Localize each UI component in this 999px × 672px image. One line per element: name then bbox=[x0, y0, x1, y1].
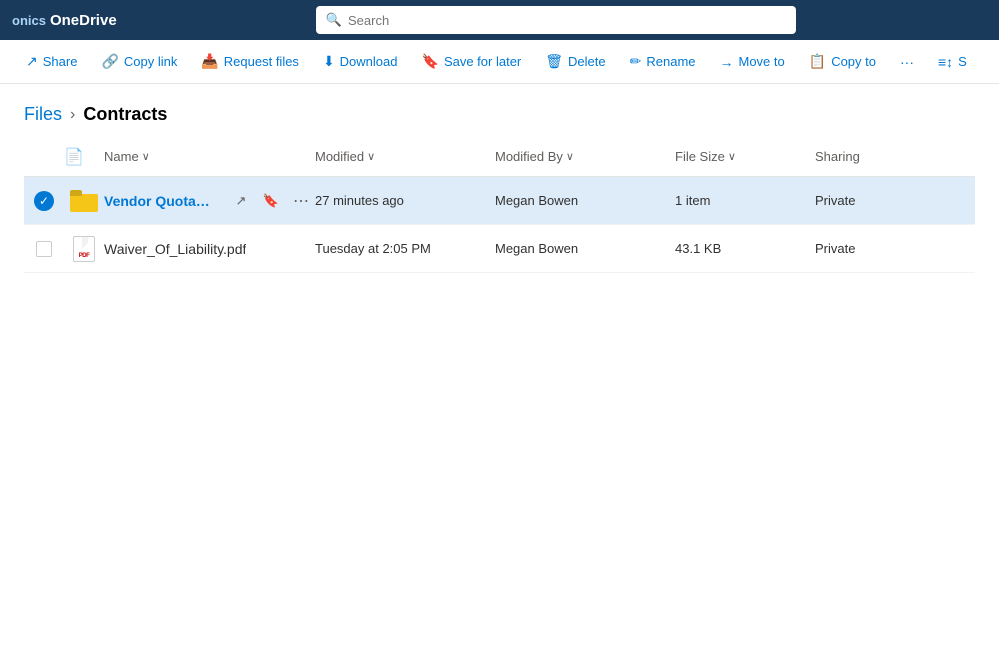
empty-checkbox bbox=[36, 241, 52, 257]
file-list-header: 📄 Name ∨ Modified ∨ Modified By ∨ File S… bbox=[24, 137, 975, 177]
copy-to-icon: 📋 bbox=[809, 53, 826, 70]
request-files-button[interactable]: 📥 Request files bbox=[191, 48, 309, 75]
pdf-icon-cell bbox=[64, 236, 104, 262]
sort-modified-by-icon: ∨ bbox=[566, 150, 574, 163]
header-icon-cell: 📄 bbox=[64, 147, 104, 167]
delete-icon: 🗑 bbox=[545, 53, 563, 70]
sharing-cell: Private bbox=[815, 241, 975, 256]
breadcrumb: Files › Contracts bbox=[24, 104, 975, 125]
move-to-icon: → bbox=[720, 54, 734, 70]
breadcrumb-area: Files › Contracts bbox=[0, 84, 999, 137]
download-icon: ⬇ bbox=[323, 53, 335, 70]
save-for-later-label: Save for later bbox=[444, 54, 521, 69]
header-name[interactable]: Name ∨ bbox=[104, 149, 315, 164]
modified-by-cell: Megan Bowen bbox=[495, 193, 675, 208]
toolbar: ↗ Share 🔗 Copy link 📥 Request files ⬇ Do… bbox=[0, 40, 999, 84]
file-name-cell: Vendor Quotations ↗ 🔖 ⋯ bbox=[104, 187, 315, 215]
row-actions: ↗ 🔖 ⋯ bbox=[227, 187, 315, 215]
header-file-size[interactable]: File Size ∨ bbox=[675, 149, 815, 164]
delete-button[interactable]: 🗑 Delete bbox=[535, 48, 615, 75]
nav-brand: onics OneDrive bbox=[12, 12, 117, 29]
sort-icon: ≡↕ bbox=[938, 54, 953, 70]
delete-label: Delete bbox=[568, 54, 606, 69]
save-for-later-icon: 🔖 bbox=[422, 53, 439, 70]
search-icon: 🔍 bbox=[326, 12, 342, 28]
move-to-label: Move to bbox=[739, 54, 785, 69]
row-share-button[interactable]: ↗ bbox=[227, 187, 255, 215]
sort-label: S bbox=[958, 54, 967, 69]
header-modified-label: Modified bbox=[315, 149, 364, 164]
sort-button[interactable]: ≡↕ S bbox=[928, 49, 977, 75]
download-button[interactable]: ⬇ Download bbox=[313, 48, 408, 75]
header-modified-by[interactable]: Modified By ∨ bbox=[495, 149, 675, 164]
more-options-icon: ··· bbox=[900, 54, 914, 70]
pdf-icon bbox=[73, 236, 95, 262]
share-icon: ↗ bbox=[26, 53, 38, 70]
header-sharing-label: Sharing bbox=[815, 149, 860, 164]
brand-name: OneDrive bbox=[50, 12, 117, 29]
header-name-label: Name bbox=[104, 149, 139, 164]
row-bookmark-button[interactable]: 🔖 bbox=[257, 187, 285, 215]
copy-link-label: Copy link bbox=[124, 54, 177, 69]
folder-icon bbox=[70, 190, 98, 212]
header-modified[interactable]: Modified ∨ bbox=[315, 149, 495, 164]
modified-cell: 27 minutes ago bbox=[315, 193, 495, 208]
search-bar[interactable]: 🔍 bbox=[316, 6, 796, 34]
breadcrumb-parent[interactable]: Files bbox=[24, 104, 62, 125]
file-size-cell: 43.1 KB bbox=[675, 241, 815, 256]
file-name: Vendor Quotations bbox=[104, 193, 211, 209]
breadcrumb-separator: › bbox=[70, 106, 75, 124]
header-modified-by-label: Modified By bbox=[495, 149, 563, 164]
request-files-icon: 📥 bbox=[201, 53, 218, 70]
row-more-button[interactable]: ⋯ bbox=[287, 187, 315, 215]
copy-link-button[interactable]: 🔗 Copy link bbox=[91, 48, 187, 75]
copy-to-label: Copy to bbox=[831, 54, 876, 69]
file-type-icon: 📄 bbox=[64, 149, 84, 166]
request-files-label: Request files bbox=[224, 54, 299, 69]
table-row[interactable]: Waiver_Of_Liability.pdf Tuesday at 2:05 … bbox=[24, 225, 975, 273]
copy-to-button[interactable]: 📋 Copy to bbox=[799, 48, 886, 75]
save-for-later-button[interactable]: 🔖 Save for later bbox=[412, 48, 532, 75]
file-name: Waiver_Of_Liability.pdf bbox=[104, 241, 246, 257]
selected-checkmark: ✓ bbox=[34, 191, 54, 211]
modified-by-cell: Megan Bowen bbox=[495, 241, 675, 256]
more-options-button[interactable]: ··· bbox=[890, 49, 924, 75]
rename-button[interactable]: ✏ Rename bbox=[620, 48, 706, 75]
rename-icon: ✏ bbox=[630, 53, 642, 70]
file-size-cell: 1 item bbox=[675, 193, 815, 208]
row-checkbox-cell[interactable] bbox=[24, 241, 64, 257]
share-label: Share bbox=[43, 54, 78, 69]
brand-prefix: onics bbox=[12, 13, 46, 28]
copy-link-icon: 🔗 bbox=[101, 53, 118, 70]
header-file-size-label: File Size bbox=[675, 149, 725, 164]
modified-cell: Tuesday at 2:05 PM bbox=[315, 241, 495, 256]
header-sharing: Sharing bbox=[815, 149, 975, 164]
download-label: Download bbox=[340, 54, 398, 69]
search-input[interactable] bbox=[348, 13, 786, 28]
folder-icon-cell bbox=[64, 190, 104, 212]
rename-label: Rename bbox=[646, 54, 695, 69]
move-to-button[interactable]: → Move to bbox=[710, 49, 795, 75]
sort-name-icon: ∨ bbox=[142, 150, 150, 163]
breadcrumb-current: Contracts bbox=[83, 104, 167, 125]
share-button[interactable]: ↗ Share bbox=[16, 48, 87, 75]
file-list-container: 📄 Name ∨ Modified ∨ Modified By ∨ File S… bbox=[0, 137, 999, 273]
sort-modified-icon: ∨ bbox=[367, 150, 375, 163]
sort-file-size-icon: ∨ bbox=[728, 150, 736, 163]
table-row[interactable]: ✓ Vendor Quotations ↗ 🔖 ⋯ 27 minutes ago… bbox=[24, 177, 975, 225]
file-name-cell: Waiver_Of_Liability.pdf bbox=[104, 241, 315, 257]
sharing-cell: Private bbox=[815, 193, 975, 208]
top-navbar: onics OneDrive 🔍 bbox=[0, 0, 999, 40]
row-checkbox-cell[interactable]: ✓ bbox=[24, 191, 64, 211]
